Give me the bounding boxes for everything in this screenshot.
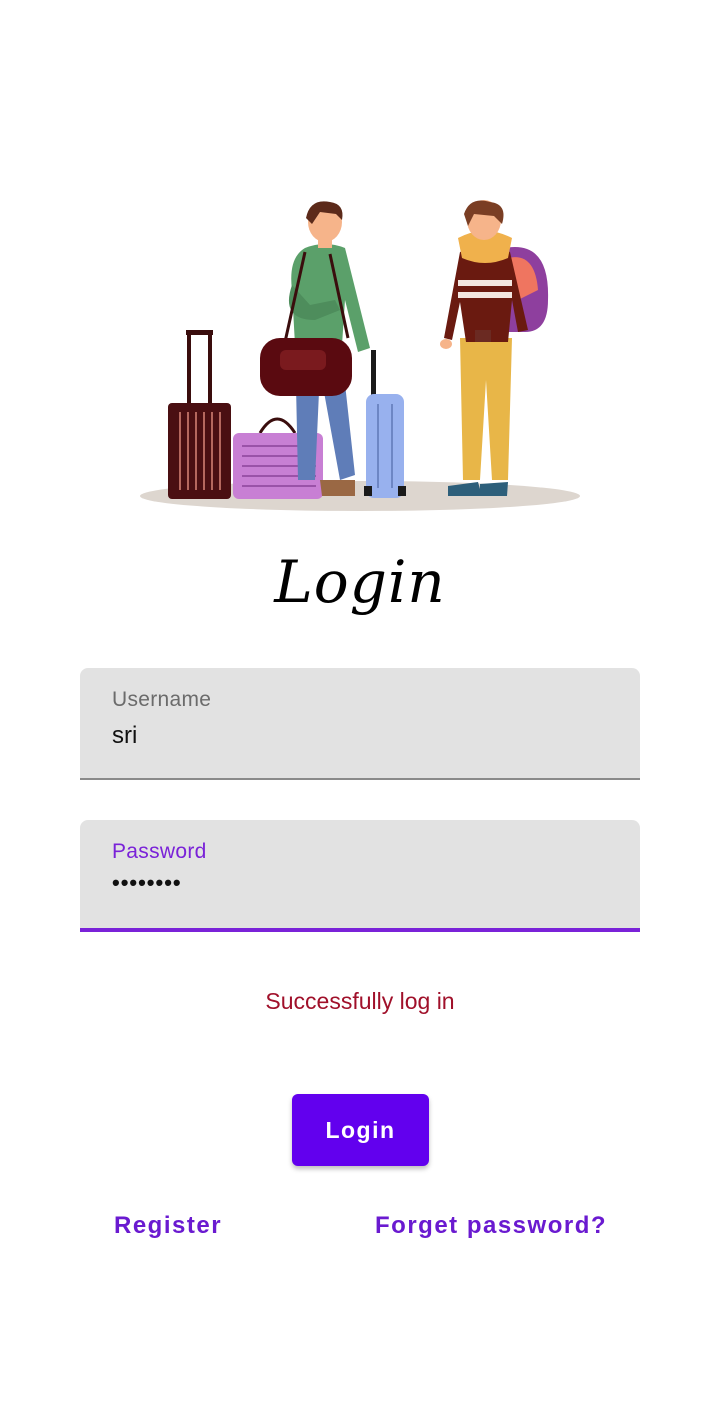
register-link[interactable]: Register — [114, 1212, 222, 1240]
username-input-value[interactable]: sri — [112, 722, 137, 750]
username-field[interactable]: Username sri — [80, 668, 640, 780]
password-input-value[interactable]: •••••••• — [112, 870, 182, 896]
login-button[interactable]: Login — [292, 1094, 429, 1166]
travelers-with-luggage-illustration — [140, 200, 580, 511]
status-message: Successfully log in — [265, 988, 455, 1014]
page-title: Login — [274, 548, 446, 616]
password-label: Password — [112, 840, 207, 863]
login-screen: Login Username sri Password •••••••• Suc… — [0, 0, 720, 1428]
password-field[interactable]: Password •••••••• — [80, 820, 640, 932]
forget-password-link[interactable]: Forget password? — [375, 1212, 607, 1240]
username-label: Username — [112, 688, 212, 711]
